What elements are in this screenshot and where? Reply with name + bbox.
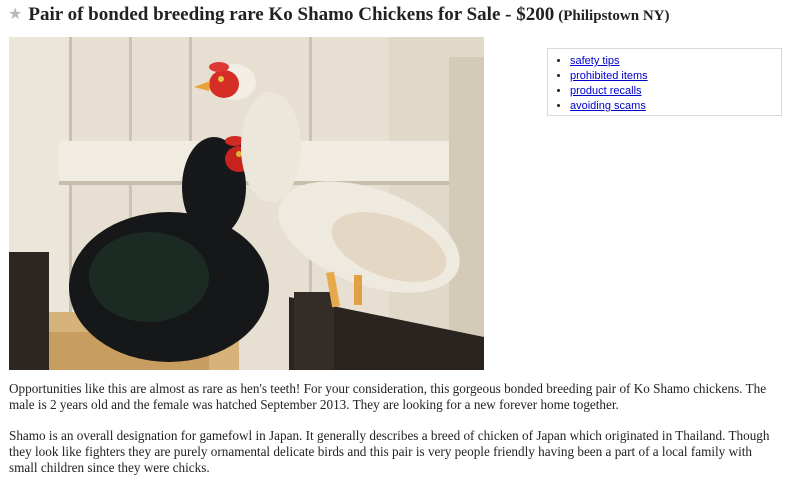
wood-post <box>449 57 484 370</box>
description-paragraph-2: Shamo is an overall designation for game… <box>9 428 770 475</box>
posting-title-row: ★ Pair of bonded breeding rare Ko Shamo … <box>8 4 783 28</box>
posting-title: Pair of bonded breeding rare Ko Shamo Ch… <box>28 4 555 25</box>
black-hen-sheen <box>89 232 209 322</box>
safety-links-box: safety tips prohibited items product rec… <box>547 48 782 116</box>
prohibited-items-link[interactable]: prohibited items <box>570 70 648 82</box>
chickens-photo-illustration <box>9 37 484 370</box>
safety-link-item: product recalls <box>570 84 781 99</box>
perch-post <box>294 292 334 370</box>
posting-photo[interactable] <box>9 37 484 370</box>
perch-left <box>9 252 49 370</box>
safety-tips-link[interactable]: safety tips <box>570 55 620 67</box>
white-rooster-eye <box>218 76 224 82</box>
avoiding-scams-link[interactable]: avoiding scams <box>570 100 646 112</box>
white-rooster-leg <box>354 275 362 305</box>
white-rooster-comb <box>209 62 229 72</box>
description-paragraph-1: Opportunities like this are almost as ra… <box>9 381 767 412</box>
posting-body: Opportunities like this are almost as ra… <box>9 381 781 484</box>
white-rooster-face <box>209 70 239 98</box>
star-icon[interactable]: ★ <box>8 4 22 23</box>
white-rooster-neck <box>241 92 301 202</box>
black-hen-eye <box>236 151 242 157</box>
safety-link-item: safety tips <box>570 54 781 69</box>
posting-location: (Philipstown NY) <box>558 8 670 24</box>
safety-link-item: prohibited items <box>570 69 781 84</box>
product-recalls-link[interactable]: product recalls <box>570 85 642 97</box>
safety-link-item: avoiding scams <box>570 99 781 114</box>
safety-links-list: safety tips prohibited items product rec… <box>548 54 781 114</box>
posting-page: ★ Pair of bonded breeding rare Ko Shamo … <box>0 0 791 484</box>
